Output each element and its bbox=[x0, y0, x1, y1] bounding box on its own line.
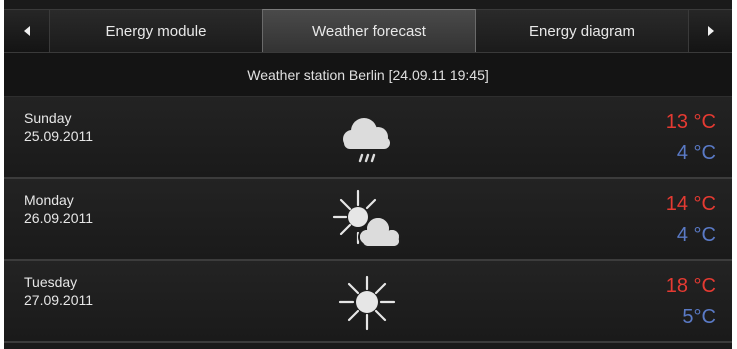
min-temperature: 5°C bbox=[682, 306, 716, 328]
station-header: Weather station Berlin [24.09.11 19:45] bbox=[4, 53, 732, 97]
forecast-day: Tuesday 27.09.2011 bbox=[24, 273, 93, 309]
tab-label: Energy module bbox=[105, 22, 207, 40]
forecast-row: Sunday 25.09.2011 13 °C 4 °C bbox=[4, 97, 732, 179]
tab-weather-forecast[interactable]: Weather forecast bbox=[262, 9, 476, 52]
forecast-day: Sunday 25.09.2011 bbox=[24, 109, 93, 145]
cloud-rain-icon bbox=[322, 103, 412, 173]
min-temperature: 4 °C bbox=[676, 224, 716, 246]
triangle-left-icon bbox=[23, 26, 30, 36]
day-name: Sunday bbox=[24, 110, 72, 126]
day-name: Tuesday bbox=[24, 274, 78, 290]
tab-prev-button[interactable] bbox=[4, 10, 50, 52]
triangle-right-icon bbox=[707, 26, 714, 36]
day-name: Monday bbox=[24, 192, 74, 208]
forecast-row: Tuesday 27.09.2011 18 °C 5°C bbox=[4, 261, 732, 343]
max-temperature: 13 °C bbox=[665, 111, 716, 133]
sun-icon bbox=[322, 267, 412, 337]
max-temperature: 18 °C bbox=[665, 275, 716, 297]
day-date: 27.09.2011 bbox=[24, 292, 94, 308]
tab-energy-module[interactable]: Energy module bbox=[50, 10, 262, 52]
tab-label: Energy diagram bbox=[529, 22, 635, 40]
forecast-day: Monday 26.09.2011 bbox=[24, 191, 93, 227]
weather-app: Energy module Weather forecast Energy di… bbox=[4, 0, 732, 349]
tab-energy-diagram[interactable]: Energy diagram bbox=[476, 10, 688, 52]
forecast-row: Monday 26.09.2011 14 °C 4 °C bbox=[4, 179, 732, 261]
day-date: 25.09.2011 bbox=[24, 128, 94, 144]
day-date: 26.09.2011 bbox=[24, 210, 94, 226]
sun-cloud-icon bbox=[322, 185, 412, 255]
tab-bar: Energy module Weather forecast Energy di… bbox=[4, 9, 732, 53]
min-temperature: 4 °C bbox=[676, 142, 716, 164]
max-temperature: 14 °C bbox=[665, 193, 716, 215]
tab-next-button[interactable] bbox=[688, 10, 732, 52]
station-title: Weather station Berlin [24.09.11 19:45] bbox=[247, 66, 489, 83]
tab-label: Weather forecast bbox=[312, 22, 426, 40]
